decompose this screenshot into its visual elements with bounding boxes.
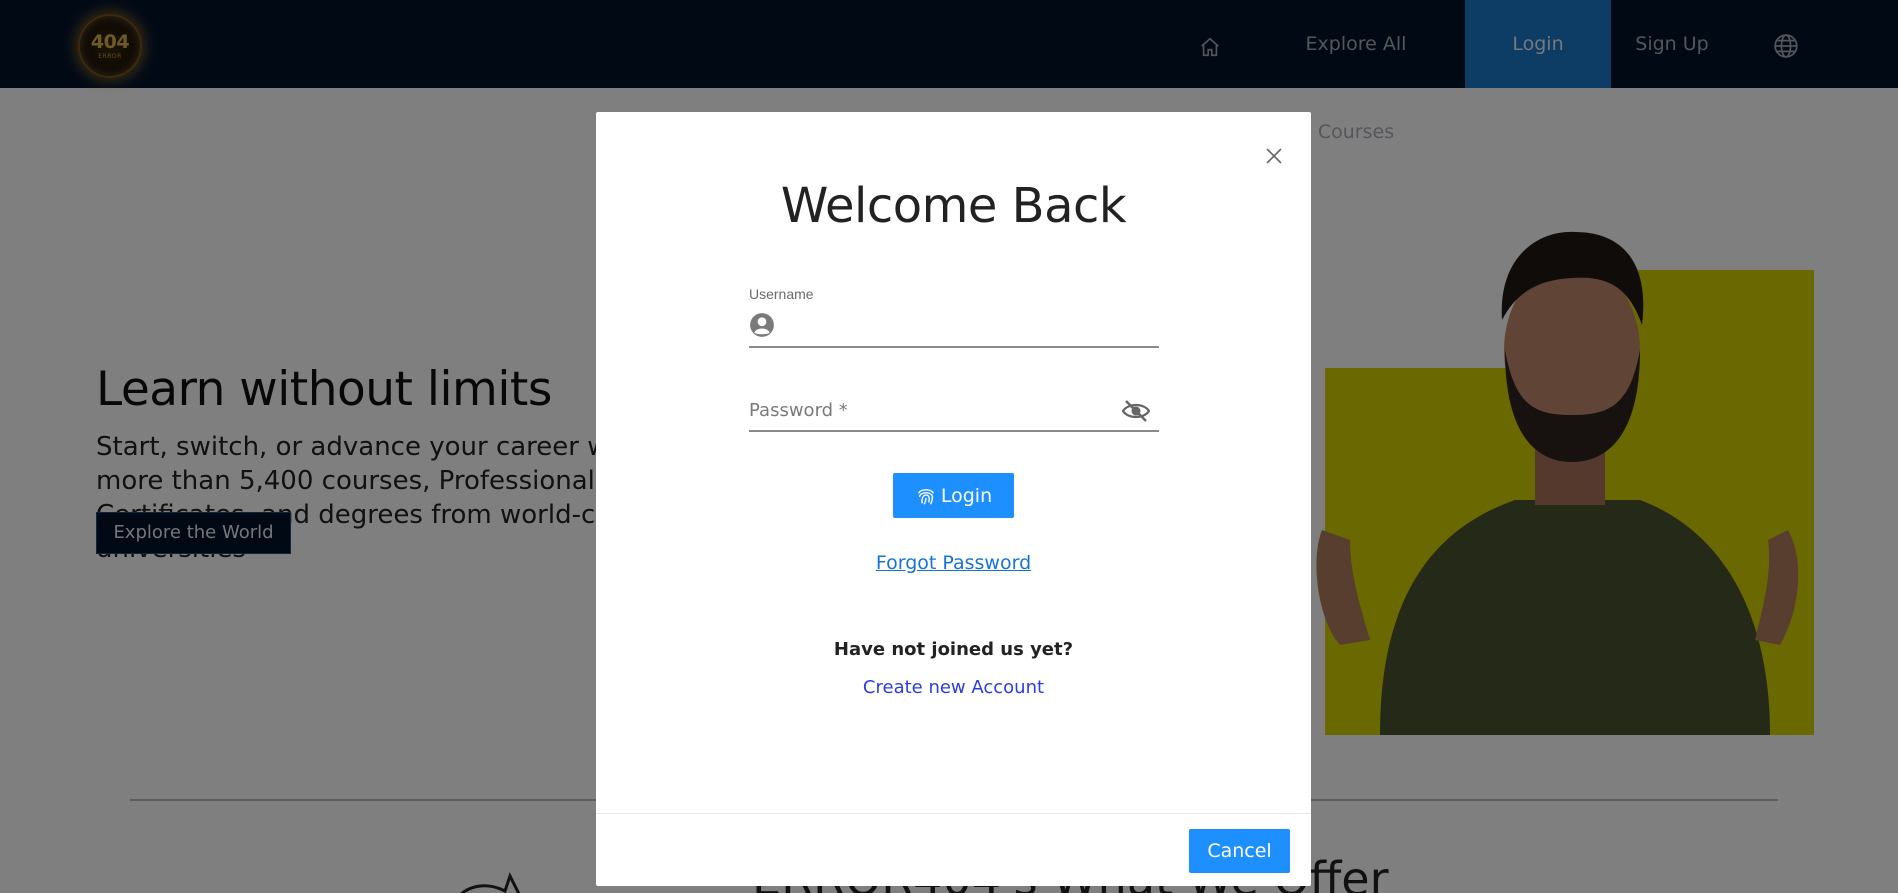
login-button-label: Login: [940, 484, 993, 507]
username-underline: [749, 346, 1159, 348]
cancel-button[interactable]: Cancel: [1189, 829, 1290, 873]
user-circle-icon: [750, 313, 774, 337]
password-input[interactable]: [749, 392, 1109, 428]
login-modal: Welcome Back Username Login Forgot Passw…: [596, 112, 1311, 886]
create-account-link[interactable]: Create new Account: [596, 677, 1311, 698]
fingerprint-icon: [917, 488, 934, 505]
modal-title: Welcome Back: [780, 178, 1127, 234]
join-prompt: Have not joined us yet?: [833, 639, 1074, 660]
close-button[interactable]: [1262, 144, 1286, 168]
forgot-password-link[interactable]: Forgot Password: [596, 552, 1311, 574]
close-icon: [1266, 148, 1282, 164]
password-underline: [749, 430, 1159, 432]
username-input[interactable]: [783, 310, 1153, 342]
eye-off-icon[interactable]: [1121, 398, 1151, 424]
username-field: Username: [749, 286, 1159, 348]
username-label: Username: [749, 286, 814, 302]
password-field: [749, 392, 1159, 432]
page: 404 ERROR Explore All Courses Login Sign…: [0, 0, 1898, 893]
modal-footer-divider: [596, 813, 1311, 814]
login-button[interactable]: Login: [893, 473, 1014, 518]
